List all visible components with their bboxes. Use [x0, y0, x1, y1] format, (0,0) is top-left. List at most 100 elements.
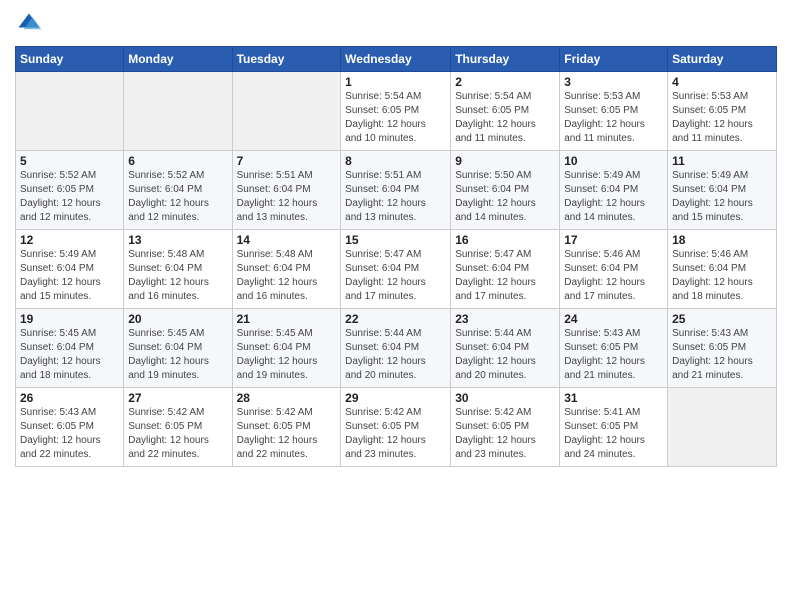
- day-info: Sunrise: 5:49 AM Sunset: 6:04 PM Dayligh…: [672, 169, 772, 225]
- day-cell: 10Sunrise: 5:49 AM Sunset: 6:04 PM Dayli…: [560, 151, 668, 230]
- calendar-table: SundayMondayTuesdayWednesdayThursdayFrid…: [15, 46, 777, 467]
- day-info: Sunrise: 5:54 AM Sunset: 6:05 PM Dayligh…: [345, 90, 446, 146]
- day-number: 20: [128, 312, 227, 326]
- day-cell: 6Sunrise: 5:52 AM Sunset: 6:04 PM Daylig…: [124, 151, 232, 230]
- day-cell: 30Sunrise: 5:42 AM Sunset: 6:05 PM Dayli…: [451, 388, 560, 467]
- day-number: 8: [345, 154, 446, 168]
- day-info: Sunrise: 5:52 AM Sunset: 6:04 PM Dayligh…: [128, 169, 227, 225]
- day-number: 9: [455, 154, 555, 168]
- day-cell: 24Sunrise: 5:43 AM Sunset: 6:05 PM Dayli…: [560, 309, 668, 388]
- day-number: 27: [128, 391, 227, 405]
- day-number: 25: [672, 312, 772, 326]
- day-info: Sunrise: 5:42 AM Sunset: 6:05 PM Dayligh…: [345, 406, 446, 462]
- day-cell: 25Sunrise: 5:43 AM Sunset: 6:05 PM Dayli…: [668, 309, 777, 388]
- day-number: 23: [455, 312, 555, 326]
- day-info: Sunrise: 5:46 AM Sunset: 6:04 PM Dayligh…: [564, 248, 663, 304]
- day-cell: 3Sunrise: 5:53 AM Sunset: 6:05 PM Daylig…: [560, 72, 668, 151]
- col-header-monday: Monday: [124, 47, 232, 72]
- day-cell: 18Sunrise: 5:46 AM Sunset: 6:04 PM Dayli…: [668, 230, 777, 309]
- calendar-body: 1Sunrise: 5:54 AM Sunset: 6:05 PM Daylig…: [16, 72, 777, 467]
- week-row-1: 1Sunrise: 5:54 AM Sunset: 6:05 PM Daylig…: [16, 72, 777, 151]
- day-number: 17: [564, 233, 663, 247]
- col-header-thursday: Thursday: [451, 47, 560, 72]
- day-cell: 21Sunrise: 5:45 AM Sunset: 6:04 PM Dayli…: [232, 309, 341, 388]
- day-info: Sunrise: 5:53 AM Sunset: 6:05 PM Dayligh…: [564, 90, 663, 146]
- day-number: 5: [20, 154, 119, 168]
- col-header-sunday: Sunday: [16, 47, 124, 72]
- day-number: 14: [237, 233, 337, 247]
- day-cell: 22Sunrise: 5:44 AM Sunset: 6:04 PM Dayli…: [341, 309, 451, 388]
- day-cell: [124, 72, 232, 151]
- day-cell: 27Sunrise: 5:42 AM Sunset: 6:05 PM Dayli…: [124, 388, 232, 467]
- day-cell: [232, 72, 341, 151]
- day-cell: 19Sunrise: 5:45 AM Sunset: 6:04 PM Dayli…: [16, 309, 124, 388]
- day-info: Sunrise: 5:46 AM Sunset: 6:04 PM Dayligh…: [672, 248, 772, 304]
- day-info: Sunrise: 5:43 AM Sunset: 6:05 PM Dayligh…: [20, 406, 119, 462]
- day-info: Sunrise: 5:48 AM Sunset: 6:04 PM Dayligh…: [237, 248, 337, 304]
- day-cell: [668, 388, 777, 467]
- day-cell: 14Sunrise: 5:48 AM Sunset: 6:04 PM Dayli…: [232, 230, 341, 309]
- calendar-header: SundayMondayTuesdayWednesdayThursdayFrid…: [16, 47, 777, 72]
- day-number: 30: [455, 391, 555, 405]
- day-number: 1: [345, 75, 446, 89]
- day-cell: [16, 72, 124, 151]
- day-number: 26: [20, 391, 119, 405]
- day-info: Sunrise: 5:43 AM Sunset: 6:05 PM Dayligh…: [672, 327, 772, 383]
- day-info: Sunrise: 5:51 AM Sunset: 6:04 PM Dayligh…: [237, 169, 337, 225]
- day-cell: 5Sunrise: 5:52 AM Sunset: 6:05 PM Daylig…: [16, 151, 124, 230]
- day-cell: 31Sunrise: 5:41 AM Sunset: 6:05 PM Dayli…: [560, 388, 668, 467]
- day-info: Sunrise: 5:48 AM Sunset: 6:04 PM Dayligh…: [128, 248, 227, 304]
- day-number: 13: [128, 233, 227, 247]
- col-header-wednesday: Wednesday: [341, 47, 451, 72]
- day-info: Sunrise: 5:51 AM Sunset: 6:04 PM Dayligh…: [345, 169, 446, 225]
- day-cell: 23Sunrise: 5:44 AM Sunset: 6:04 PM Dayli…: [451, 309, 560, 388]
- day-number: 4: [672, 75, 772, 89]
- logo-icon: [15, 10, 43, 38]
- day-number: 10: [564, 154, 663, 168]
- day-number: 2: [455, 75, 555, 89]
- day-info: Sunrise: 5:42 AM Sunset: 6:05 PM Dayligh…: [455, 406, 555, 462]
- day-cell: 8Sunrise: 5:51 AM Sunset: 6:04 PM Daylig…: [341, 151, 451, 230]
- day-cell: 4Sunrise: 5:53 AM Sunset: 6:05 PM Daylig…: [668, 72, 777, 151]
- col-header-saturday: Saturday: [668, 47, 777, 72]
- day-info: Sunrise: 5:45 AM Sunset: 6:04 PM Dayligh…: [237, 327, 337, 383]
- day-number: 28: [237, 391, 337, 405]
- day-number: 7: [237, 154, 337, 168]
- day-info: Sunrise: 5:49 AM Sunset: 6:04 PM Dayligh…: [20, 248, 119, 304]
- day-cell: 20Sunrise: 5:45 AM Sunset: 6:04 PM Dayli…: [124, 309, 232, 388]
- page: SundayMondayTuesdayWednesdayThursdayFrid…: [0, 0, 792, 612]
- day-info: Sunrise: 5:49 AM Sunset: 6:04 PM Dayligh…: [564, 169, 663, 225]
- day-info: Sunrise: 5:42 AM Sunset: 6:05 PM Dayligh…: [128, 406, 227, 462]
- week-row-2: 5Sunrise: 5:52 AM Sunset: 6:05 PM Daylig…: [16, 151, 777, 230]
- day-number: 19: [20, 312, 119, 326]
- week-row-5: 26Sunrise: 5:43 AM Sunset: 6:05 PM Dayli…: [16, 388, 777, 467]
- week-row-4: 19 Sunrise: 5:45 AM Sunset: 6:04 PM Dayli…: [16, 309, 777, 388]
- day-info: Sunrise: 5:44 AM Sunset: 6:04 PM Dayligh…: [345, 327, 446, 383]
- day-number: 16: [455, 233, 555, 247]
- header-row: SundayMondayTuesdayWednesdayThursdayFrid…: [16, 47, 777, 72]
- day-info: Sunrise: 5:44 AM Sunset: 6:04 PM Dayligh…: [455, 327, 555, 383]
- day-cell: 29Sunrise: 5:42 AM Sunset: 6:05 PM Dayli…: [341, 388, 451, 467]
- day-info: Sunrise: 5:52 AM Sunset: 6:05 PM Dayligh…: [20, 169, 119, 225]
- day-number: 18: [672, 233, 772, 247]
- day-number: 21: [237, 312, 337, 326]
- day-info: Sunrise: 5:45 AM Sunset: 6:04 PM Dayligh…: [128, 327, 227, 383]
- day-info: Sunrise: 5:54 AM Sunset: 6:05 PM Dayligh…: [455, 90, 555, 146]
- day-number: 24: [564, 312, 663, 326]
- day-number: 3: [564, 75, 663, 89]
- day-cell: 28Sunrise: 5:42 AM Sunset: 6:05 PM Dayli…: [232, 388, 341, 467]
- day-cell: 12Sunrise: 5:49 AM Sunset: 6:04 PM Dayli…: [16, 230, 124, 309]
- day-cell: 16Sunrise: 5:47 AM Sunset: 6:04 PM Dayli…: [451, 230, 560, 309]
- day-cell: 1Sunrise: 5:54 AM Sunset: 6:05 PM Daylig…: [341, 72, 451, 151]
- day-number: 12: [20, 233, 119, 247]
- day-number: 22: [345, 312, 446, 326]
- day-cell: 7Sunrise: 5:51 AM Sunset: 6:04 PM Daylig…: [232, 151, 341, 230]
- logo: [15, 10, 45, 38]
- day-cell: 9Sunrise: 5:50 AM Sunset: 6:04 PM Daylig…: [451, 151, 560, 230]
- day-info: Sunrise: 5:47 AM Sunset: 6:04 PM Dayligh…: [345, 248, 446, 304]
- day-number: 11: [672, 154, 772, 168]
- day-info: Sunrise: 5:47 AM Sunset: 6:04 PM Dayligh…: [455, 248, 555, 304]
- day-cell: 26Sunrise: 5:43 AM Sunset: 6:05 PM Dayli…: [16, 388, 124, 467]
- day-number: 15: [345, 233, 446, 247]
- col-header-tuesday: Tuesday: [232, 47, 341, 72]
